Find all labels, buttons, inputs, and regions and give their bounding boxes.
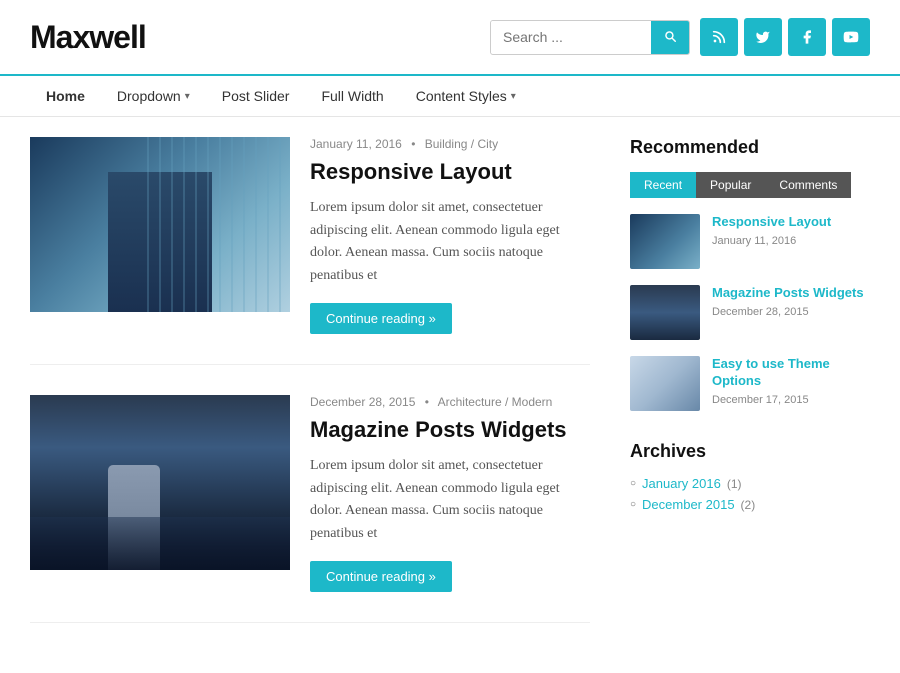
nav-item-post-slider[interactable]: Post Slider [206,76,306,116]
tab-recent[interactable]: Recent [630,172,696,198]
archive-item-2: December 2015 (2) [630,497,870,512]
post-2-read-more[interactable]: Continue reading » [310,561,452,592]
header-right [490,18,870,56]
search-button[interactable] [651,21,689,54]
post-2-category: Architecture / Modern [438,395,553,409]
post-2: December 28, 2015 • Architecture / Moder… [30,395,590,623]
post-1-read-more[interactable]: Continue reading » [310,303,452,334]
youtube-icon[interactable] [832,18,870,56]
site-title[interactable]: Maxwell [30,19,146,56]
facebook-icon[interactable] [788,18,826,56]
archive-link-jan-2016[interactable]: January 2016 [642,476,721,491]
archive-count-dec-2015: (2) [741,498,756,512]
sidebar-post-3-date: December 17, 2015 [712,394,870,406]
sidebar-post-2-title[interactable]: Magazine Posts Widgets [712,285,870,302]
dropdown-arrow: ▾ [185,91,190,102]
post-1-meta: January 11, 2016 • Building / City [310,137,590,151]
sidebar-post-1-date: January 11, 2016 [712,235,870,247]
nav-item-home[interactable]: Home [30,76,101,116]
post-1-title[interactable]: Responsive Layout [310,159,590,185]
sidebar-post-2: Magazine Posts Widgets December 28, 2015 [630,285,870,340]
post-2-meta: December 28, 2015 • Architecture / Moder… [310,395,590,409]
post-2-dot: • [425,395,429,409]
sidebar-post-2-info: Magazine Posts Widgets December 28, 2015 [712,285,870,318]
sidebar-post-1-info: Responsive Layout January 11, 2016 [712,214,870,247]
sidebar-post-3: Easy to use Theme Options December 17, 2… [630,356,870,411]
post-1-category: Building / City [425,137,498,151]
post-2-date: December 28, 2015 [310,395,415,409]
post-1: January 11, 2016 • Building / City Respo… [30,137,590,365]
rss-icon[interactable] [700,18,738,56]
sidebar-post-1-thumb [630,214,700,269]
post-1-thumbnail [30,137,290,312]
search-icon [663,29,677,43]
post-1-excerpt: Lorem ipsum dolor sit amet, consectetuer… [310,197,590,287]
post-1-body: January 11, 2016 • Building / City Respo… [310,137,590,334]
sidebar-post-3-info: Easy to use Theme Options December 17, 2… [712,356,870,406]
post-2-thumbnail [30,395,290,570]
archive-item-1: January 2016 (1) [630,476,870,491]
sidebar-post-2-thumb [630,285,700,340]
archive-link-dec-2015[interactable]: December 2015 [642,497,735,512]
archives-section: Archives January 2016 (1) December 2015 … [630,441,870,512]
twitter-icon[interactable] [744,18,782,56]
sidebar: Recommended Recent Popular Comments Resp… [630,137,870,653]
tab-popular[interactable]: Popular [696,172,765,198]
main-content: January 11, 2016 • Building / City Respo… [0,117,900,673]
posts-list: January 11, 2016 • Building / City Respo… [30,137,590,653]
navigation: Home Dropdown ▾ Post Slider Full Width C… [0,74,900,117]
tab-comments[interactable]: Comments [765,172,851,198]
post-2-excerpt: Lorem ipsum dolor sit amet, consectetuer… [310,455,590,545]
sidebar-post-3-title[interactable]: Easy to use Theme Options [712,356,870,390]
post-2-body: December 28, 2015 • Architecture / Moder… [310,395,590,592]
recommended-title: Recommended [630,137,870,158]
archive-count-jan-2016: (1) [727,477,742,491]
nav-item-full-width[interactable]: Full Width [305,76,399,116]
post-1-dot: • [411,137,415,151]
header: Maxwell [0,0,900,74]
nav-item-dropdown[interactable]: Dropdown ▾ [101,76,206,116]
social-icons [700,18,870,56]
archives-list: January 2016 (1) December 2015 (2) [630,476,870,512]
post-1-date: January 11, 2016 [310,137,402,151]
search-input[interactable] [491,21,651,53]
sidebar-post-1: Responsive Layout January 11, 2016 [630,214,870,269]
archives-title: Archives [630,441,870,462]
recommended-tabs: Recent Popular Comments [630,172,870,198]
sidebar-post-2-date: December 28, 2015 [712,306,870,318]
search-bar [490,20,690,55]
nav-item-content-styles[interactable]: Content Styles ▾ [400,76,532,116]
post-2-title[interactable]: Magazine Posts Widgets [310,417,590,443]
sidebar-post-3-thumb [630,356,700,411]
sidebar-post-1-title[interactable]: Responsive Layout [712,214,870,231]
content-styles-arrow: ▾ [511,91,516,102]
recommended-section: Recommended Recent Popular Comments Resp… [630,137,870,411]
